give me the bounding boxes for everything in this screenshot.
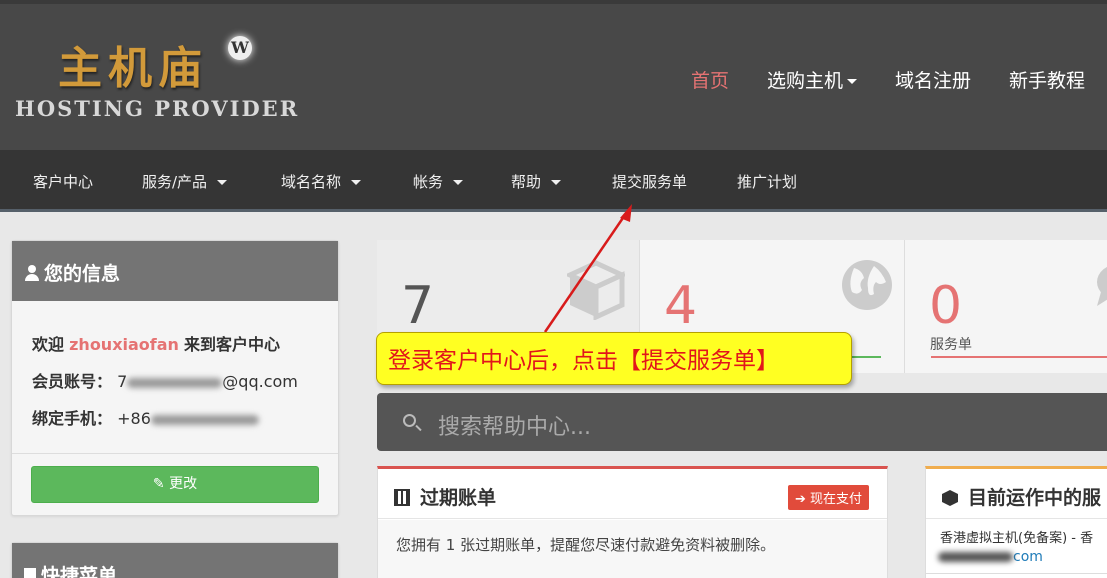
chevron-down-icon [217,180,228,185]
nav-home[interactable]: 首页 [691,66,729,93]
overdue-invoices-text: 您拥有 1 张过期账单，提醒您尽速付款避免资料被删除。 [396,536,776,554]
quick-menu-panel: 快捷菜单 [11,542,339,578]
quick-menu-header: 快捷菜单 [12,543,338,578]
account-value-start: 7 [117,372,128,391]
redacted-phone [150,414,259,425]
nav-buy-hosting-label: 选购主机 [766,70,843,92]
stat-services-count: 7 [401,276,435,336]
instruction-callout: 登录客户中心后，点击【提交服务单】 [376,332,852,385]
subnav-domains[interactable]: 域名名称 [281,171,362,192]
info-panel-title: 您的信息 [44,263,121,285]
edit-info-button[interactable]: ✎ 更改 [31,466,319,503]
stat-tickets-count: 0 [929,276,963,336]
service-domain-tld: com [1013,549,1043,565]
subnav-help-label: 帮助 [511,173,542,191]
active-services-title: 目前运作中的服 [968,487,1102,509]
username: zhouxiaofan [69,335,179,354]
chevron-down-icon [551,180,562,185]
stat-tickets-underline [931,356,1107,358]
service-item-line1: 香港虚拟主机(免备案) - 香 [940,531,1094,546]
overdue-invoices-body: 您拥有 1 张过期账单，提醒您尽速付款避免资料被删除。 [378,520,887,578]
search-placeholder: 搜索帮助中心... [438,415,591,440]
help-search-bar[interactable]: 搜索帮助中心... [377,393,1107,451]
logo-tagline[interactable]: HOSTING PROVIDER [15,96,299,121]
cube-icon [567,260,625,320]
subnav-submit-ticket[interactable]: 提交服务单 [612,171,687,192]
logo-chinese[interactable]: 主机庙 [58,32,208,96]
top-header: 主机庙 W HOSTING PROVIDER 首页 选购主机 域名注册 新手教程 [0,0,1107,150]
chevron-down-icon [351,180,362,185]
search-icon [403,414,416,427]
pay-now-button[interactable]: ➔ 现在支付 [787,485,869,510]
subnav-services[interactable]: 服务/产品 [142,171,228,192]
pay-now-label: 现在支付 [809,492,862,507]
redacted-domain [938,552,1013,562]
chevron-down-icon [453,180,464,185]
nav-domain-register[interactable]: 域名注册 [895,66,971,93]
overdue-invoices-title: 过期账单 [420,487,497,509]
info-panel: 您的信息 欢迎 zhouxiaofan 来到客户中心 会员账号： 7 @qq.co… [11,240,339,516]
nav-buy-hosting[interactable]: 选购主机 [767,66,857,93]
edit-button-label: 更改 [169,476,198,492]
phone-value-start: +86 [117,409,151,428]
phone-label: 绑定手机： [32,409,113,428]
quick-menu-title: 快捷菜单 [41,565,118,578]
active-services-header: 目前运作中的服 [926,469,1107,519]
subnav-services-label: 服务/产品 [142,173,208,191]
divider [926,573,1107,574]
subnav-domains-label: 域名名称 [281,173,342,191]
welcome-suffix: 来到客户中心 [184,335,281,354]
welcome-prefix: 欢迎 [32,335,65,354]
comment-icon [1097,266,1107,306]
arrow-right-icon: ➔ [794,492,806,507]
client-nav: 客户中心 服务/产品 域名名称 帐务 帮助 提交服务单 推广计划 [0,150,1107,212]
subnav-affiliate[interactable]: 推广计划 [737,171,797,192]
bookmark-icon [24,568,36,578]
info-panel-header: 您的信息 [12,241,338,301]
overdue-invoices-card: 过期账单 ➔ 现在支付 您拥有 1 张过期账单，提醒您尽速付款避免资料被删除。 [377,466,888,578]
calculator-icon [394,489,410,506]
account-line: 会员账号： 7 @qq.com [32,368,298,392]
subnav-billing[interactable]: 帐务 [413,171,464,192]
phone-line: 绑定手机： +86 [32,405,259,429]
nav-tutorials[interactable]: 新手教程 [1009,66,1085,93]
subnav-help[interactable]: 帮助 [511,171,562,192]
user-icon [24,265,40,281]
welcome-line: 欢迎 zhouxiaofan 来到客户中心 [32,331,280,355]
stat-domains-count: 4 [664,276,698,336]
chevron-down-icon [846,79,857,84]
wordpress-logo-icon: W [228,36,252,60]
stat-tickets[interactable]: 0 服务单 [905,240,1107,373]
redacted-account [127,377,223,388]
account-value-domain: @qq.com [222,372,298,391]
subnav-billing-label: 帐务 [413,173,444,191]
divider [12,453,338,454]
active-services-card: 目前运作中的服 香港虚拟主机(免备案) - 香 com [925,466,1107,578]
stat-tickets-label: 服务单 [930,337,972,353]
service-item-domain[interactable]: com [938,549,1043,565]
cube-icon [942,490,958,506]
pencil-icon: ✎ [152,476,165,492]
subnav-client-center[interactable]: 客户中心 [33,171,93,192]
main-nav: 首页 选购主机 域名注册 新手教程 [691,66,1085,93]
globe-icon [842,260,892,310]
account-label: 会员账号： [32,372,113,391]
